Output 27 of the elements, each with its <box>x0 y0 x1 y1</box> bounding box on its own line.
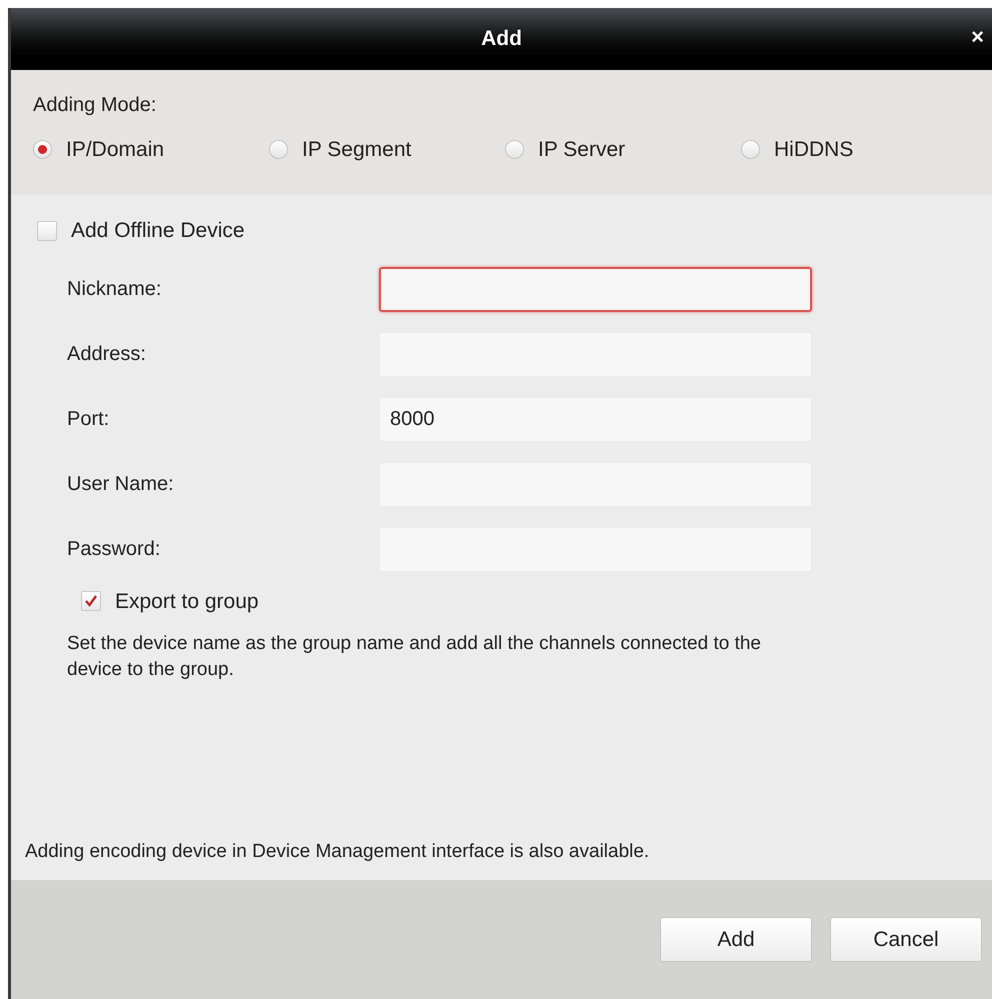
field-label: Nickname: <box>66 277 162 302</box>
field-label: Port: <box>66 407 110 432</box>
input-field[interactable] <box>379 266 812 312</box>
field-label: Address: <box>66 342 147 367</box>
radio-button[interactable] <box>33 140 52 160</box>
radio-button[interactable] <box>505 140 524 160</box>
adding-mode-label: Adding Mode: <box>33 93 158 118</box>
dialog-button[interactable]: Cancel <box>830 917 982 962</box>
radio-option[interactable]: IP Segment <box>269 134 505 166</box>
radio-option[interactable]: IP Server <box>505 134 741 166</box>
radio-button[interactable] <box>269 140 288 160</box>
field-label: User Name: <box>66 472 175 497</box>
radio-option[interactable]: HiDDNS <box>741 134 977 166</box>
offline-checkbox[interactable] <box>37 220 57 241</box>
input-field[interactable]: 8000 <box>379 396 812 442</box>
close-button[interactable]: × <box>967 26 988 48</box>
dialog-button[interactable]: Add <box>660 917 812 962</box>
window-title: Add <box>481 26 522 52</box>
offline-label: Add Offline Device <box>71 218 245 244</box>
info-note: Adding encoding device in Device Management interface is also available. <box>25 840 650 864</box>
radio-button[interactable] <box>741 140 760 160</box>
export-checkbox[interactable] <box>81 591 101 612</box>
checkmark-icon <box>84 594 98 608</box>
export-description: Set the device name as the group name and add all the channels connected to the device to the group. <box>66 632 762 682</box>
radio-option[interactable]: IP/Domain <box>33 134 269 166</box>
field-label: Password: <box>66 537 162 562</box>
export-label: Export to group <box>115 588 259 614</box>
